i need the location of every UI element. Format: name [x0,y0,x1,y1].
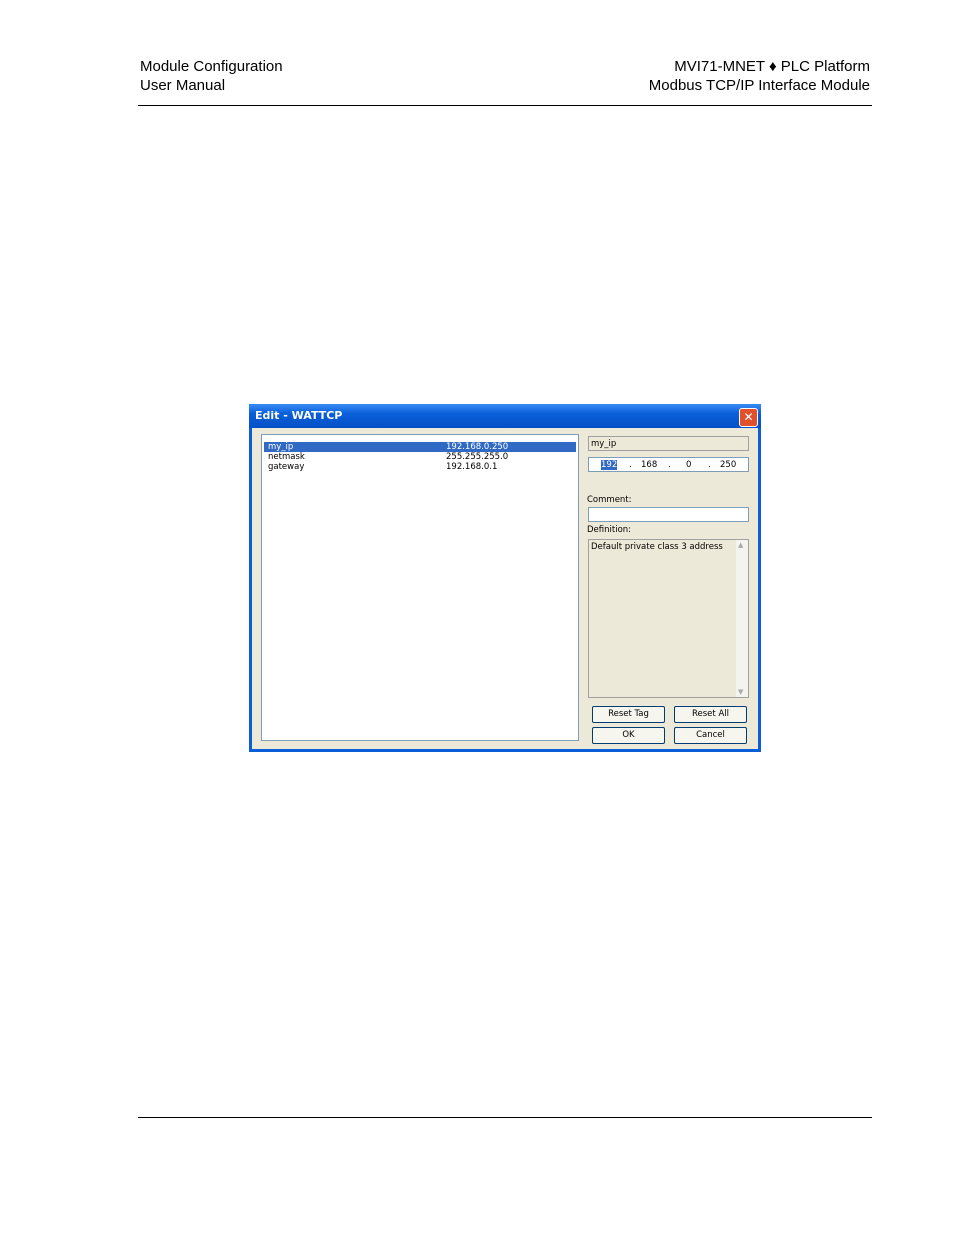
scroll-up-icon[interactable]: ▲ [738,541,743,549]
parameter-list[interactable]: my_ip 192.168.0.250 netmask 255.255.255.… [261,434,579,741]
tag-name-field: my_ip [588,436,749,451]
list-item[interactable]: my_ip 192.168.0.250 [264,442,576,452]
list-item[interactable]: gateway 192.168.0.1 [264,462,576,472]
header-right: MVI71-MNET ♦ PLC Platform Modbus TCP/IP … [649,57,870,95]
definition-scrollbar[interactable]: ▲ ▼ [736,540,748,697]
ok-button[interactable]: OK [592,727,665,744]
footer-rule [138,1117,872,1118]
cancel-button[interactable]: Cancel [674,727,747,744]
param-value: 255.255.255.0 [446,452,509,462]
reset-tag-button[interactable]: Reset Tag [592,706,665,723]
comment-input[interactable] [588,507,749,522]
dialog-titlebar[interactable]: Edit - WATTCP ✕ [249,404,761,428]
param-name: my_ip [268,442,294,452]
ip-octet-3[interactable]: 0 [686,460,691,470]
definition-box: Default private class 3 address ▲ ▼ [588,539,749,698]
ip-dot: . [708,460,711,470]
tag-name-text: my_ip [591,439,617,449]
param-name: gateway [268,462,305,472]
definition-label: Definition: [587,525,632,535]
close-icon[interactable]: ✕ [739,408,758,427]
list-item[interactable]: netmask 255.255.255.0 [264,452,576,462]
dialog-client: my_ip 192.168.0.250 netmask 255.255.255.… [252,428,758,749]
scroll-down-icon[interactable]: ▼ [738,688,743,696]
edit-wattcp-dialog: Edit - WATTCP ✕ my_ip 192.168.0.250 netm… [249,404,761,752]
param-value: 192.168.0.1 [446,462,498,472]
ip-octet-4[interactable]: 250 [720,460,736,470]
param-name: netmask [268,452,305,462]
ip-dot: . [668,460,671,470]
ip-octet-2[interactable]: 168 [641,460,657,470]
header-manual-title: User Manual [140,77,226,94]
definition-text: Default private class 3 address [591,542,723,552]
ip-dot: . [629,460,632,470]
header-left: Module Configuration User Manual [140,57,283,95]
header-product-title: MVI71-MNET ♦ PLC Platform [674,58,870,75]
ip-address-field[interactable]: 192 . 168 . 0 . 250 [588,457,749,472]
comment-label: Comment: [587,495,632,505]
param-value: 192.168.0.250 [446,442,509,452]
header-product-subtitle: Modbus TCP/IP Interface Module [648,77,870,94]
header-section-title: Module Configuration [140,58,283,75]
dialog-title: Edit - WATTCP [255,409,343,422]
ip-octet-1[interactable]: 192 [601,460,618,470]
header-rule [138,105,872,106]
reset-all-button[interactable]: Reset All [674,706,747,723]
